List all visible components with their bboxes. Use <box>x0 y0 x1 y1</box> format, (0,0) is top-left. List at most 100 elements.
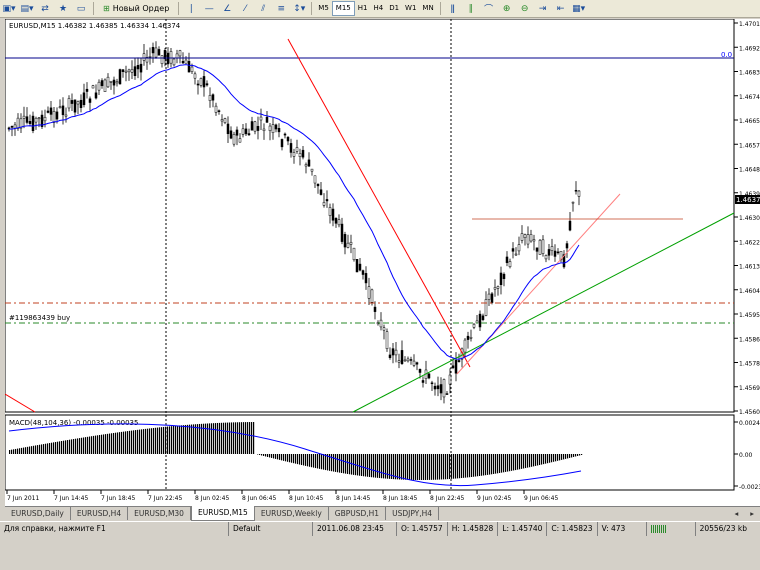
macd-bar <box>495 454 497 474</box>
macd-bar <box>403 454 405 480</box>
candle-body <box>211 94 215 101</box>
candle-body <box>547 249 551 256</box>
candle-body <box>37 117 41 120</box>
candle-body <box>418 368 422 373</box>
candle-body <box>322 202 326 206</box>
candle-body <box>94 92 98 99</box>
timeframe-mn[interactable]: MN <box>419 2 436 15</box>
timeframe-h1[interactable]: H1 <box>355 2 371 15</box>
chart-window[interactable]: EURUSD,M15 1.46382 1.46385 1.46334 1.463… <box>4 18 760 506</box>
candle-body <box>445 393 449 395</box>
desktop-area <box>0 536 760 570</box>
price-tick-label: 1.4674 <box>739 94 760 101</box>
candle-body <box>172 58 176 66</box>
macd-bar <box>325 454 327 471</box>
macd-bar <box>65 440 67 454</box>
terminal-button[interactable]: ▭ <box>73 1 89 16</box>
tab-usdjpy-h4[interactable]: USDJPY,H4 <box>386 507 440 520</box>
price-chart[interactable]: EURUSD,M15 1.46382 1.46385 1.46334 1.463… <box>4 18 760 506</box>
channel-icon: ⫽ <box>261 3 266 14</box>
bar-chart-button[interactable]: ǁ <box>445 1 461 16</box>
candles-button[interactable]: ∥ <box>463 1 479 16</box>
arrows-button[interactable]: ↕ ▾ <box>291 1 307 16</box>
candle-body <box>568 220 572 231</box>
macd-bar <box>381 454 383 479</box>
candle-body <box>70 100 74 104</box>
macd-bar <box>55 442 57 454</box>
candle-body <box>415 362 419 365</box>
navigator-button[interactable]: ★ <box>55 1 71 16</box>
candle-body <box>259 116 263 121</box>
chart-shift-button[interactable]: ⇤ <box>553 1 569 16</box>
macd-bar <box>427 454 429 480</box>
macd-bar <box>463 454 465 478</box>
candle-body <box>127 69 131 73</box>
time-axis: 7 Jun 2011 7 Jun 14:45 7 Jun 18:45 7 Jun 22… <box>6 490 558 502</box>
zoom-out-button[interactable]: ⊖ <box>517 1 533 16</box>
candle-body <box>529 234 533 242</box>
candle-body <box>286 136 290 142</box>
tab-eurusd-m30[interactable]: EURUSD,M30 <box>128 507 191 520</box>
profiles-button[interactable]: ▤ ▾ <box>19 1 35 16</box>
timeframe-m15[interactable]: M15 <box>331 1 355 16</box>
candle-body <box>496 286 500 289</box>
hline-button[interactable]: — <box>201 1 217 16</box>
angle-button[interactable]: ∠ <box>219 1 235 16</box>
macd-bar <box>559 454 561 461</box>
fibo-button[interactable]: ≡ <box>273 1 289 16</box>
timeframe-m5[interactable]: M5 <box>315 2 332 15</box>
candle-body <box>124 70 128 73</box>
macd-bar <box>405 454 407 480</box>
autoscroll-button[interactable]: ⇥ <box>535 1 551 16</box>
macd-bar <box>235 422 237 454</box>
candle-body <box>565 243 569 249</box>
tab-eurusd-m15[interactable]: EURUSD,M15 <box>190 506 255 521</box>
timeframe-w1[interactable]: W1 <box>402 2 419 15</box>
candle-body <box>385 331 389 349</box>
candle-body <box>571 201 575 204</box>
zoom-in-button[interactable]: ⊕ <box>499 1 515 16</box>
macd-bar <box>321 454 323 470</box>
status-volume: V: 473 <box>596 522 646 536</box>
macd-bar <box>423 454 425 480</box>
candle-body <box>532 239 536 242</box>
tab-eurusd-h4[interactable]: EURUSD,H4 <box>71 507 129 520</box>
candle-body <box>214 105 218 113</box>
market-watch-button[interactable]: ⇄ <box>37 1 53 16</box>
macd-bar <box>385 454 387 479</box>
candle-body <box>538 239 542 255</box>
candle-body <box>550 246 554 251</box>
candle-body <box>43 116 47 122</box>
macd-bar <box>311 454 313 468</box>
tab-eurusd-daily[interactable]: EURUSD,Daily <box>5 507 71 520</box>
cursor-button[interactable]: | <box>183 1 199 16</box>
status-profile: Default <box>228 522 312 536</box>
timeframe-h4[interactable]: H4 <box>370 2 386 15</box>
macd-bar <box>33 445 35 454</box>
macd-bar <box>69 439 71 454</box>
tab-eurusd-weekly[interactable]: EURUSD,Weekly <box>255 507 329 520</box>
macd-bar <box>101 434 103 454</box>
new-order-button[interactable]: ⊞ Новый Ордер <box>98 0 174 17</box>
tab-gbpusd-h1[interactable]: GBPUSD,H1 <box>329 507 387 520</box>
timeframe-d1[interactable]: D1 <box>386 2 402 15</box>
new-chart-button[interactable]: ▣ ▾ <box>1 1 17 16</box>
templates-button[interactable]: ▦ ▾ <box>571 1 587 16</box>
macd-bar <box>409 454 411 480</box>
trendline-button[interactable]: ⁄ <box>237 1 253 16</box>
macd-bar <box>83 437 85 454</box>
macd-bar <box>483 454 485 476</box>
macd-bar <box>241 422 243 454</box>
candle-body <box>544 255 548 260</box>
macd-bar <box>279 454 281 460</box>
scroll-right-icon[interactable]: ▸ <box>744 507 760 520</box>
macd-bar <box>215 423 217 454</box>
channel-button[interactable]: ⫽ <box>255 1 271 16</box>
candle-body <box>412 360 416 366</box>
price-tick-label: 1.4560 <box>739 409 760 416</box>
macd-bar <box>63 440 65 454</box>
line-chart-button[interactable]: ⌒ <box>481 1 497 16</box>
macd-bar <box>317 454 319 469</box>
scroll-left-icon[interactable]: ◂ <box>728 507 744 520</box>
macd-bar <box>573 454 575 457</box>
